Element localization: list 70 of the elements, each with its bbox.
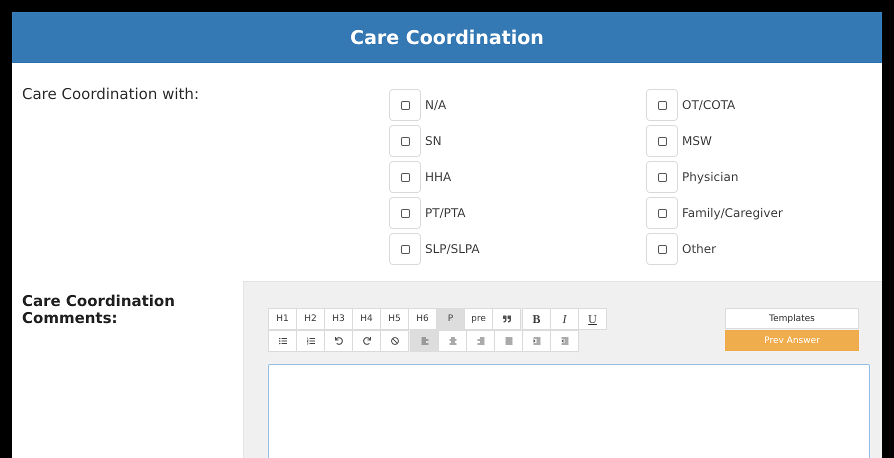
toolbar-button[interactable]: H2 bbox=[296, 308, 325, 330]
clear-format-icon bbox=[390, 337, 398, 345]
checkbox[interactable] bbox=[658, 100, 666, 110]
quote-icon bbox=[502, 315, 510, 323]
toolbar-button[interactable]: H4 bbox=[352, 308, 381, 330]
toolbar-button[interactable] bbox=[494, 330, 523, 352]
field-label: Care Coordination with: bbox=[22, 85, 200, 105]
toolbar-button[interactable]: pre bbox=[464, 308, 493, 330]
redo-icon bbox=[362, 337, 370, 345]
checkbox[interactable] bbox=[658, 244, 666, 254]
checkbox[interactable] bbox=[658, 136, 666, 146]
toolbar-button[interactable] bbox=[352, 330, 381, 352]
checkbox[interactable] bbox=[400, 136, 410, 146]
checkbox-label: HHA bbox=[425, 170, 452, 184]
checkbox-label: OT/COTA bbox=[682, 98, 736, 112]
toolbar-button[interactable] bbox=[410, 330, 439, 352]
toolbar-button[interactable]: U bbox=[578, 308, 607, 330]
checkbox[interactable] bbox=[400, 244, 410, 254]
checkbox-label: MSW bbox=[682, 134, 712, 148]
align-left-icon bbox=[420, 337, 428, 345]
toolbar-button[interactable]: H1 bbox=[268, 308, 297, 330]
toolbar-button[interactable] bbox=[380, 330, 409, 352]
checkbox-label: Other bbox=[682, 242, 716, 256]
checkbox-label: PT/PTA bbox=[425, 206, 466, 220]
toolbar-button[interactable] bbox=[492, 308, 521, 330]
checkbox-button[interactable] bbox=[646, 89, 678, 121]
checkbox-button[interactable] bbox=[646, 233, 678, 265]
checkbox-label: SN bbox=[425, 134, 442, 148]
checkbox-button[interactable] bbox=[389, 125, 421, 157]
toolbar-button[interactable] bbox=[466, 330, 495, 352]
bullet-list-icon bbox=[278, 337, 286, 345]
toolbar-button[interactable]: H3 bbox=[324, 308, 353, 330]
toolbar-button[interactable] bbox=[268, 330, 297, 352]
undo-icon bbox=[334, 337, 342, 345]
toolbar-button[interactable] bbox=[324, 330, 353, 352]
outdent-icon bbox=[560, 337, 568, 345]
checkbox-label: SLP/SLPA bbox=[425, 242, 480, 256]
checkbox[interactable] bbox=[400, 172, 410, 182]
templates-button[interactable]: Templates bbox=[725, 308, 859, 329]
toolbar-button[interactable]: I bbox=[550, 308, 579, 330]
toolbar-button[interactable]: H5 bbox=[380, 308, 409, 330]
toolbar-button[interactable]: B bbox=[522, 308, 551, 330]
checkbox[interactable] bbox=[400, 208, 410, 218]
checkbox-button[interactable] bbox=[646, 161, 678, 193]
checkbox-button[interactable] bbox=[389, 161, 421, 193]
checkbox[interactable] bbox=[400, 100, 410, 110]
checkbox-button[interactable] bbox=[389, 233, 421, 265]
numbered-list-icon bbox=[306, 337, 314, 345]
align-right-icon bbox=[476, 337, 484, 345]
checkbox[interactable] bbox=[658, 172, 666, 182]
checkbox-label: N/A bbox=[425, 98, 446, 112]
field-label: Care Coordination Comments: bbox=[22, 293, 176, 328]
toolbar-button[interactable] bbox=[550, 330, 579, 352]
indent-icon bbox=[532, 337, 540, 345]
checkbox-label: Family/Caregiver bbox=[682, 206, 783, 220]
comments-field[interactable] bbox=[268, 364, 870, 458]
checkbox[interactable] bbox=[658, 208, 666, 218]
toolbar-button[interactable]: H6 bbox=[408, 308, 437, 330]
panel-header: Care Coordination bbox=[12, 12, 882, 63]
toolbar-button[interactable] bbox=[438, 330, 467, 352]
align-center-icon bbox=[448, 337, 456, 345]
checkbox-button[interactable] bbox=[389, 89, 421, 121]
justify-icon bbox=[504, 337, 512, 345]
checkbox-button[interactable] bbox=[389, 197, 421, 229]
toolbar-button[interactable] bbox=[296, 330, 325, 352]
toolbar-button[interactable] bbox=[522, 330, 551, 352]
toolbar-button[interactable]: P bbox=[436, 308, 465, 330]
checkbox-label: Physician bbox=[682, 170, 738, 184]
checkbox-button[interactable] bbox=[646, 197, 678, 229]
checkbox-button[interactable] bbox=[646, 125, 678, 157]
